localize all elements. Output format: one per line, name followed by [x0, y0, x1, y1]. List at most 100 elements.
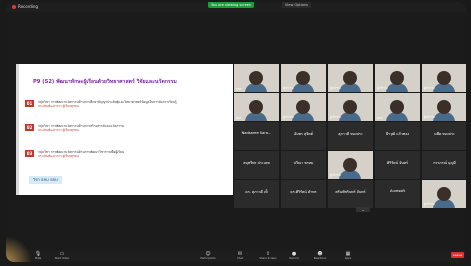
participant-tile[interactable]: ผู้เข้าร่วม	[281, 64, 326, 92]
toolbar-label: Apps	[344, 257, 352, 260]
top-bar: Recording You are viewing screen View Op…	[6, 2, 466, 12]
slide-item: 01 กลุ่มวิชา การพัฒนานวัตกรรมด้านการศึกษ…	[25, 100, 188, 108]
toolbar-apps-button[interactable]: ▦ Apps	[336, 251, 360, 260]
participant-name: ผู้เข้าร่วม	[424, 86, 435, 90]
decorative-glow	[6, 236, 32, 262]
viewing-screen-banner: You are viewing screen	[208, 2, 255, 8]
participant-name: นพีด ทองประ	[434, 132, 455, 136]
participant-name: ดร. สุภาวดี เพ็	[245, 190, 268, 194]
leave-button[interactable]: Leave	[451, 252, 464, 258]
slide-title: P9 (S2) พัฒนาทักษะผู้เรียนด้วยวิทยาศาสตร…	[33, 79, 177, 85]
participant-video	[249, 71, 263, 85]
participant-video	[343, 158, 357, 172]
toolbar-video-button[interactable]: ▭ Start Video	[50, 251, 74, 260]
participant-name: สุภาวดี ทองประ	[338, 132, 363, 136]
participant-video	[343, 100, 357, 114]
item-number: 03	[25, 150, 34, 157]
participant-video	[390, 100, 404, 114]
participant-name: ธีรวุฒิ แก้วทอง	[385, 132, 410, 136]
slide-item: 02 กลุ่มวิชา การพัฒนานวัตกรรมด้านการสร้า…	[25, 124, 188, 132]
participant-video	[437, 187, 451, 201]
recording-indicator: Recording	[12, 4, 38, 9]
meeting-toolbar: 🎙 Mute ▭ Start Video ☺ Participants ✉ Chat ⇧ Shar…	[6, 250, 466, 262]
toolbar-share-button[interactable]: ⇧ Share Screen	[256, 251, 280, 260]
participant-name: RUT	[236, 116, 242, 120]
toolbar-label: Start Video	[54, 257, 70, 260]
participant-tile[interactable]: ผู้เข้าร่วม	[281, 93, 326, 121]
participant-video	[296, 71, 310, 85]
slide-footer: วิชา SRU SRU	[29, 176, 62, 184]
shared-slide: P9 (S2) พัฒนาทักษะผู้เรียนด้วยวิทยาศาสตร…	[16, 64, 233, 195]
participant-video	[249, 100, 263, 114]
participant-tile[interactable]: ผู้เข้าร่วม	[328, 64, 373, 92]
participant-tile[interactable]: ผู้เข้าร่วม	[422, 64, 466, 92]
participant-name: อัมพร สุจิตต์	[294, 132, 313, 136]
item-note: ประเมินพัฒนาการ ผู้เรียนทุกคน	[38, 104, 79, 109]
participant-video	[390, 71, 404, 85]
participant-name: ผู้เข้าร่วม	[424, 115, 435, 119]
participant-name: ผู้เข้าร่วม	[283, 115, 294, 119]
participant-tile[interactable]: ผู้เข้าร่วม	[328, 151, 373, 179]
toolbar-label: Participants	[200, 257, 216, 260]
record-dot-icon	[12, 4, 16, 9]
participant-tile[interactable]: ปวีณา พรหม	[281, 151, 326, 179]
participant-name: กรรภรณ์ บุญมี	[433, 161, 456, 165]
participant-tile[interactable]: ธีรวุฒิ แก้วทอง	[375, 122, 420, 150]
participant-video	[437, 71, 451, 85]
recording-label: Recording	[18, 4, 39, 9]
participant-tile[interactable]: ศรันพัชรินทร์ จันทร์	[328, 180, 373, 208]
toolbar-people-button[interactable]: ☺ Participants	[196, 251, 220, 260]
participant-tile[interactable]: RUT	[234, 64, 279, 92]
item-number: 02	[25, 124, 34, 131]
toolbar-label: Share Screen	[259, 257, 277, 260]
participant-name: ศรันพัชรินทร์ จันทร์	[335, 190, 366, 194]
participant-video	[343, 71, 357, 85]
participant-name: ผู้เข้าร่วม	[424, 202, 435, 206]
participant-name: Nadsaree Sara...	[241, 131, 272, 135]
view-options-button[interactable]: View Options	[282, 2, 311, 8]
participant-name: สมุทรีพร ประเคท	[243, 161, 270, 165]
toolbar-record-button[interactable]: ● Record	[282, 251, 306, 260]
participant-tile[interactable]: ผู้เข้าร่วม	[328, 93, 373, 121]
participant-tile[interactable]: Nadsaree Sara...	[234, 122, 279, 150]
participant-tile[interactable]: ผู้เข้าร่วม	[375, 64, 420, 92]
participant-name: ผู้เข้าร่วม	[330, 86, 341, 90]
participant-name: ศิริรัตน์ จันทร์	[387, 161, 408, 165]
toolbar-label: Record	[289, 257, 299, 260]
participant-tile[interactable]: RUT	[375, 93, 420, 121]
participant-video	[437, 100, 451, 114]
participant-tile[interactable]: ผู้เข้าร่วม	[422, 180, 466, 208]
participant-name: ผู้เข้าร่วม	[377, 86, 388, 90]
participant-tile[interactable]: อัมพร สุจิตต์	[281, 122, 326, 150]
meeting-window: Recording You are viewing screen View Op…	[6, 2, 466, 262]
participant-name: ผู้เข้าร่วม	[283, 86, 294, 90]
participant-name: ผู้เข้าร่วม	[330, 115, 341, 119]
toolbar-chat-button[interactable]: ✉ Chat	[228, 251, 252, 260]
item-note: ประเมินพัฒนาการ ผู้เรียนทุกคน	[38, 128, 79, 133]
participant-tile[interactable]: สุภาวดี ทองประ	[328, 122, 373, 150]
participant-name: RUT	[377, 116, 383, 120]
participant-gallery: RUT ผู้เข้าร่วม ผู้เข้าร่วม ผู้เข้าร่วม ผู้เ…	[234, 64, 466, 208]
participant-video	[296, 100, 310, 114]
toolbar-label: Reactions	[313, 257, 327, 260]
slide-item: 03 กลุ่มวิชา การพัฒนานวัตกรรมด้านการพัฒน…	[25, 150, 188, 158]
toolbar-label: Chat	[236, 257, 244, 260]
toolbar-smile-button[interactable]: ☻ Reactions	[308, 251, 332, 260]
gallery-next-page-button[interactable]: ⌄	[356, 207, 370, 212]
participant-name: ปวีณา พรหม	[293, 161, 314, 165]
participant-name: ผู้เข้าร่วม	[330, 173, 341, 177]
participant-tile[interactable]: ศิริรัตน์ จันทร์	[375, 151, 420, 179]
participant-name: RUT	[236, 87, 242, 91]
participant-tile[interactable]: กรรภรณ์ บุญมี	[422, 151, 466, 179]
item-number: 01	[25, 100, 34, 107]
item-note: ประเมินพัฒนาการ ผู้เรียนทุกคน	[38, 154, 79, 159]
participant-tile[interactable]: ดร.ศิริรัตน์ คำพร	[281, 180, 326, 208]
participant-name: Auresoft	[389, 189, 406, 193]
participant-tile[interactable]: ดร. สุภาวดี เพ็	[234, 180, 279, 208]
participant-name: ดร.ศิริรัตน์ คำพร	[290, 190, 317, 194]
participant-tile[interactable]: RUT	[234, 93, 279, 121]
participant-tile[interactable]: Auresoft	[375, 180, 420, 208]
participant-tile[interactable]: ผู้เข้าร่วม	[422, 93, 466, 121]
participant-tile[interactable]: นพีด ทองประ	[422, 122, 466, 150]
participant-tile[interactable]: สมุทรีพร ประเคท	[234, 151, 279, 179]
